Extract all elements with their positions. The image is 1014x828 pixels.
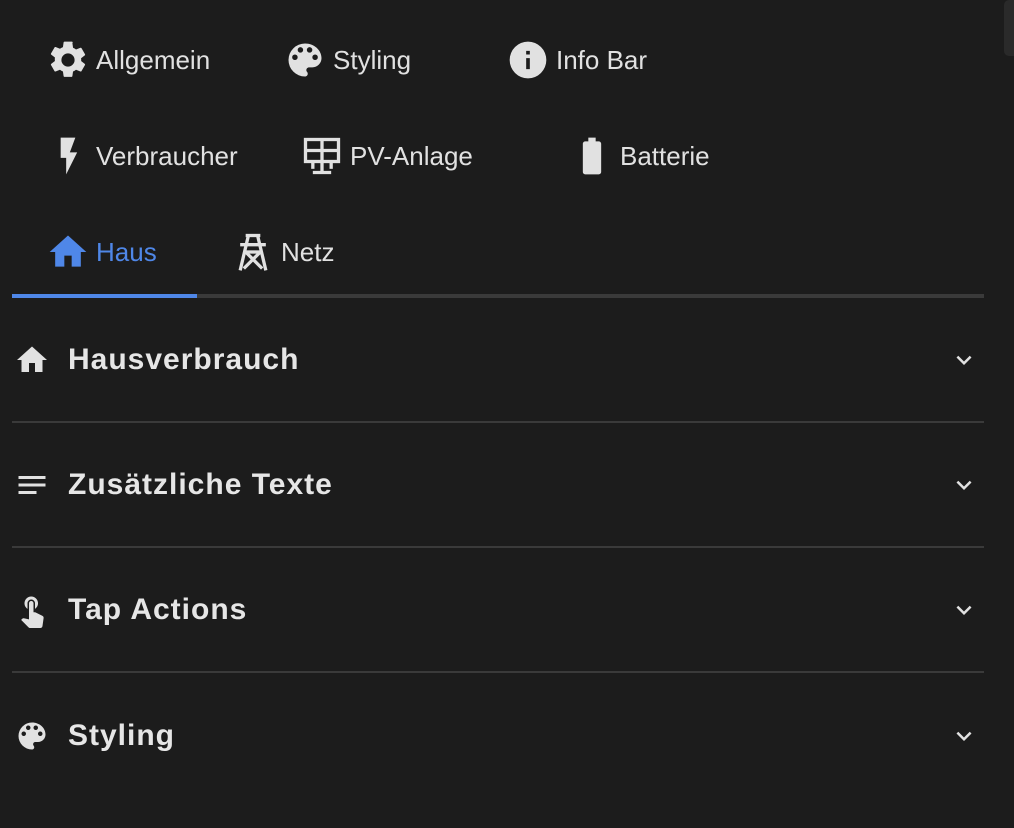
tab-label: Netz [281, 236, 335, 267]
gear-icon [46, 38, 90, 82]
tab-row-1: Allgemein Styling Info Bar [12, 12, 984, 108]
tab-row-2: Verbraucher PV-Anlage Batterie [12, 108, 984, 204]
section-zusaetzliche-texte[interactable]: Zusätzliche Texte [12, 423, 984, 548]
chevron-down-icon[interactable] [946, 467, 982, 503]
scrollbar[interactable] [1004, 0, 1014, 56]
lightning-icon [46, 134, 90, 178]
section-title: Styling [68, 718, 176, 752]
tab-bar: Allgemein Styling Info Bar Verbraucher P… [12, 12, 984, 300]
tab-batterie[interactable]: Batterie [570, 108, 770, 204]
tab-row-3: Haus Netz [12, 204, 984, 300]
tab-label: PV-Anlage [350, 140, 473, 171]
tab-netz[interactable]: Netz [197, 204, 397, 300]
chevron-down-icon[interactable] [946, 342, 982, 378]
tab-label: Styling [333, 44, 412, 75]
text-lines-icon [12, 465, 52, 505]
tab-label: Haus [96, 236, 157, 267]
tab-label: Allgemein [96, 44, 211, 75]
home-icon [12, 340, 52, 380]
section-hausverbrauch[interactable]: Hausverbrauch [12, 298, 984, 423]
section-title: Tap Actions [68, 592, 248, 626]
tab-styling[interactable]: Styling [283, 12, 506, 108]
chevron-down-icon[interactable] [946, 718, 982, 754]
expansion-panels: Hausverbrauch Zusätzliche Texte Tap Acti… [12, 298, 984, 798]
section-styling[interactable]: Styling [12, 673, 984, 798]
palette-icon [283, 38, 327, 82]
battery-icon [570, 134, 614, 178]
section-tap-actions[interactable]: Tap Actions [12, 548, 984, 673]
tab-label: Batterie [620, 140, 710, 171]
section-title: Zusätzliche Texte [68, 467, 333, 501]
gesture-tap-icon [12, 590, 52, 630]
tab-verbraucher[interactable]: Verbraucher [12, 108, 300, 204]
tab-haus[interactable]: Haus [12, 204, 197, 300]
tab-info-bar[interactable]: Info Bar [506, 12, 706, 108]
info-icon [506, 38, 550, 82]
palette-icon [12, 716, 52, 756]
section-title: Hausverbrauch [68, 342, 300, 376]
tab-allgemein[interactable]: Allgemein [12, 12, 283, 108]
solar-panel-icon [300, 134, 344, 178]
transmission-tower-icon [231, 230, 275, 274]
chevron-down-icon[interactable] [946, 592, 982, 628]
home-icon [46, 230, 90, 274]
tab-label: Verbraucher [96, 140, 238, 171]
tab-pv-anlage[interactable]: PV-Anlage [300, 108, 570, 204]
tab-label: Info Bar [556, 44, 648, 75]
